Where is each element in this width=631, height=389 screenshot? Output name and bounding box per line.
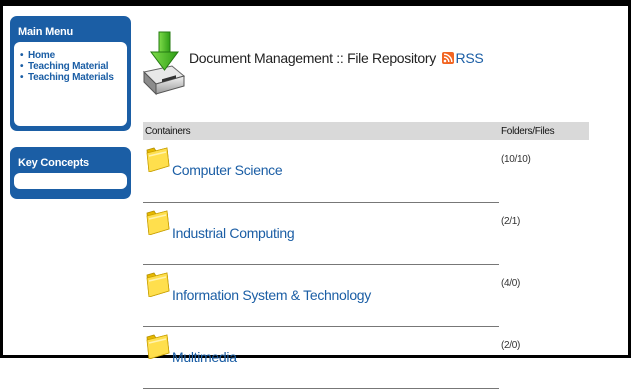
- folder-file-count: (2/1): [501, 216, 521, 227]
- table-row[interactable]: Industrial Computing (2/1): [143, 202, 589, 265]
- folder-icon[interactable]: [145, 329, 171, 359]
- bullet-icon: •: [20, 72, 24, 83]
- folder-icon[interactable]: [145, 205, 171, 235]
- main-menu-title: Main Menu: [18, 26, 74, 38]
- frame-left-border: [0, 0, 3, 358]
- menu-link-teaching-materials[interactable]: Teaching Materials: [28, 72, 114, 83]
- page-title-text: Document Management :: File Repository: [189, 50, 436, 66]
- header-folders-files: Folders/Files: [499, 122, 589, 140]
- rss-link[interactable]: RSS: [456, 50, 484, 66]
- main-menu-list: • Home • Teaching Material • Teaching Mater…: [20, 50, 121, 83]
- table-row[interactable]: Multimedia (2/0): [143, 326, 589, 389]
- folder-icon[interactable]: [145, 267, 171, 297]
- table-header-row: Containers Folders/Files: [143, 122, 589, 140]
- folder-name-link[interactable]: Information System & Technology: [172, 287, 371, 303]
- menu-item-teaching-materials[interactable]: • Teaching Materials: [20, 72, 121, 83]
- bullet-icon: •: [20, 50, 24, 61]
- folder-name-link[interactable]: Industrial Computing: [172, 225, 295, 241]
- folder-file-count: (10/10): [501, 154, 531, 165]
- menu-link-home[interactable]: Home: [28, 50, 55, 61]
- main-menu-panel: • Home • Teaching Material • Teaching Mater…: [14, 42, 127, 126]
- repository-table: Containers Folders/Files Computer Scienc…: [143, 122, 589, 389]
- folder-icon[interactable]: [145, 142, 171, 172]
- table-row[interactable]: Computer Science (10/10): [143, 140, 589, 203]
- bullet-icon: •: [20, 61, 24, 72]
- table-row[interactable]: Information System & Technology (4/0): [143, 264, 589, 327]
- main-menu-box: Main Menu • Home • Teaching Material • Teac…: [10, 16, 131, 131]
- rss-icon[interactable]: [441, 52, 454, 64]
- page-title: Document Management :: File Repository R…: [189, 50, 484, 66]
- folder-name-link[interactable]: Computer Science: [172, 162, 283, 178]
- frame-top-border: [0, 0, 631, 6]
- menu-item-home[interactable]: • Home: [20, 50, 121, 61]
- drive-download-icon: [142, 31, 186, 96]
- header-containers: Containers: [143, 122, 499, 140]
- key-concepts-title: Key Concepts: [18, 157, 89, 169]
- folder-name-link[interactable]: Multimedia: [172, 349, 237, 365]
- menu-link-teaching-material[interactable]: Teaching Material: [28, 61, 109, 72]
- folder-file-count: (2/0): [501, 340, 521, 351]
- folder-file-count: (4/0): [501, 278, 521, 289]
- menu-item-teaching-material[interactable]: • Teaching Material: [20, 61, 121, 72]
- key-concepts-box: Key Concepts: [10, 147, 131, 199]
- key-concepts-panel: [14, 173, 127, 189]
